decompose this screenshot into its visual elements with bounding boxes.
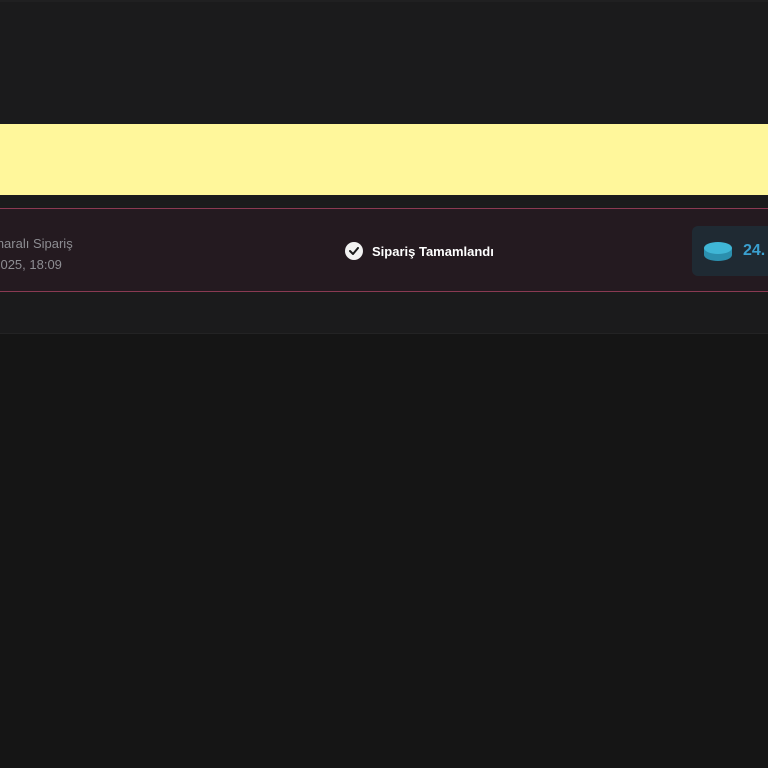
order-amount-value: 24.	[743, 242, 766, 259]
order-number-label: umaralı Sipariş	[0, 236, 73, 251]
order-status: Sipariş Tamamlandı	[345, 241, 494, 261]
order-date-value: 2025, 18:09	[0, 257, 62, 272]
order-status-text: Sipariş Tamamlandı	[372, 243, 494, 259]
check-circle-icon	[345, 242, 363, 260]
order-amount: 24.	[692, 226, 768, 276]
page: umaralı Sipariş ı 2025, 18:09 Sipariş Ta…	[0, 0, 768, 768]
coin-stack-icon	[704, 242, 732, 261]
order-date: ı 2025, 18:09	[0, 254, 73, 275]
order-info: umaralı Sipariş ı 2025, 18:09	[0, 233, 73, 275]
panel-top-border	[0, 0, 768, 2]
notice-banner	[0, 124, 768, 195]
